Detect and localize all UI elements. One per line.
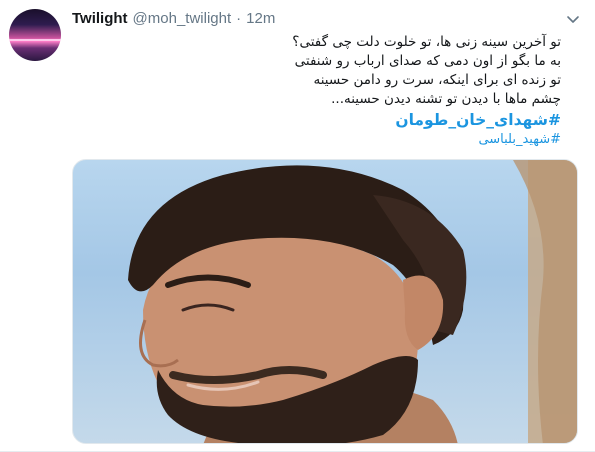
tweet-line: تو آخرین سینه زنی ها، تو خلوت دلت چی گفت… <box>292 34 561 50</box>
tweet-card[interactable]: Twilight @moh_twilight · 12m تو آخرین سی… <box>0 0 595 452</box>
author-handle[interactable]: @moh_twilight <box>133 10 232 27</box>
tweet-timestamp[interactable]: 12m <box>246 10 275 27</box>
chevron-down-icon[interactable] <box>565 11 581 27</box>
tweet-photo[interactable] <box>72 159 578 444</box>
author-name[interactable]: Twilight <box>72 10 128 27</box>
tweet-text: تو آخرین سینه زنی ها، تو خلوت دلت چی گفت… <box>72 33 561 149</box>
tweet-line: چشم ماها با دیدن تو تشنه دیدن حسینه... <box>331 91 561 107</box>
photo-illustration <box>128 160 577 443</box>
avatar[interactable] <box>9 9 61 61</box>
tweet-header: Twilight @moh_twilight · 12m <box>72 10 275 30</box>
avatar-horizon <box>9 39 61 41</box>
hashtag-link[interactable]: #شهدای_خان_طومان <box>72 109 561 131</box>
tweet-line: به ما بگو از اون دمی که صدای ارباب رو شن… <box>294 53 561 69</box>
tweet-line: تو زنده ای برای اینکه، سرت رو دامن حسینه <box>313 72 561 88</box>
header-separator: · <box>236 10 242 27</box>
hashtag-link[interactable]: #شهید_بلباسی <box>72 131 561 149</box>
